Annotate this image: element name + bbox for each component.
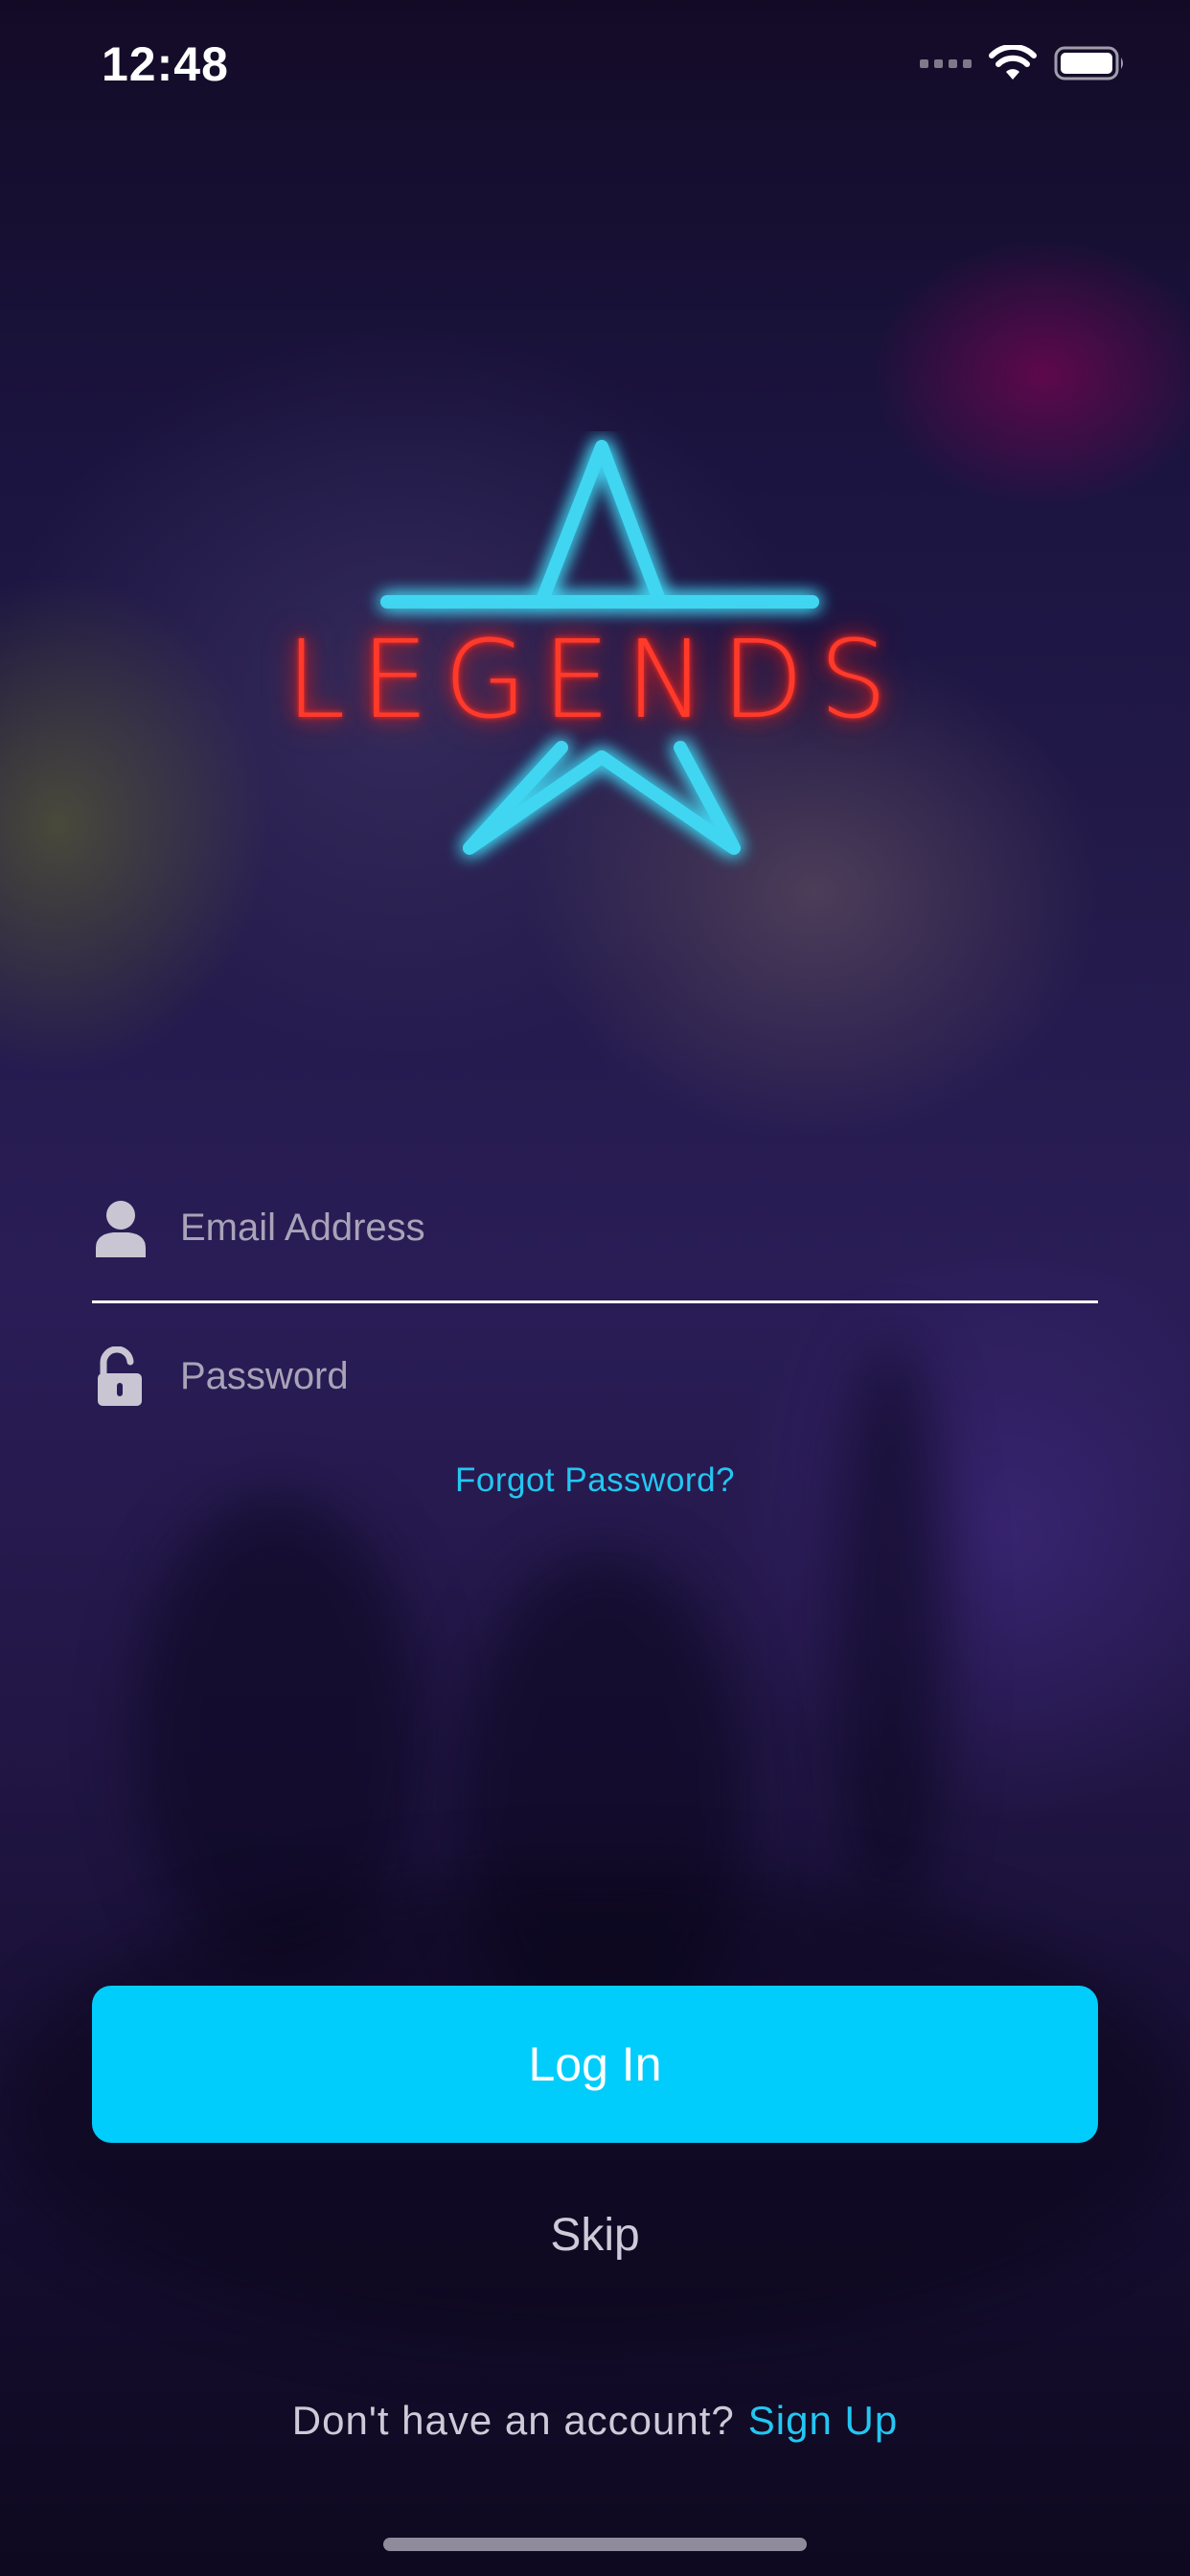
email-field[interactable]: [92, 1179, 1098, 1303]
battery-icon: [1054, 46, 1123, 80]
forgot-password-link[interactable]: Forgot Password?: [0, 1461, 1190, 1500]
legends-logo: LEGENDS: [278, 431, 910, 872]
login-screen: 12:48 LEGENDS Email Address Forgot Passw…: [0, 0, 1190, 2576]
login-button[interactable]: Log In: [92, 1986, 1098, 2143]
wifi-icon: [989, 45, 1037, 80]
signup-link[interactable]: Sign Up: [748, 2398, 898, 2443]
background-silhouette: [834, 1342, 949, 1917]
email-input[interactable]: [178, 1179, 1083, 1276]
unlock-icon: [98, 1346, 142, 1406]
cellular-signal-icon: [920, 58, 972, 68]
password-field[interactable]: [92, 1327, 1098, 1425]
status-bar-time: 12:48: [102, 37, 229, 91]
status-bar-icons: [920, 44, 1127, 82]
skip-button[interactable]: Skip: [0, 2209, 1190, 2262]
password-input[interactable]: [178, 1327, 1083, 1425]
signup-prompt-text: Don't have an account?: [291, 2398, 735, 2443]
user-icon: [96, 1201, 146, 1257]
home-indicator[interactable]: [383, 2538, 807, 2551]
signup-prompt-row: Don't have an account? Sign Up: [0, 2398, 1190, 2444]
logo-text: LEGENDS: [286, 618, 903, 743]
